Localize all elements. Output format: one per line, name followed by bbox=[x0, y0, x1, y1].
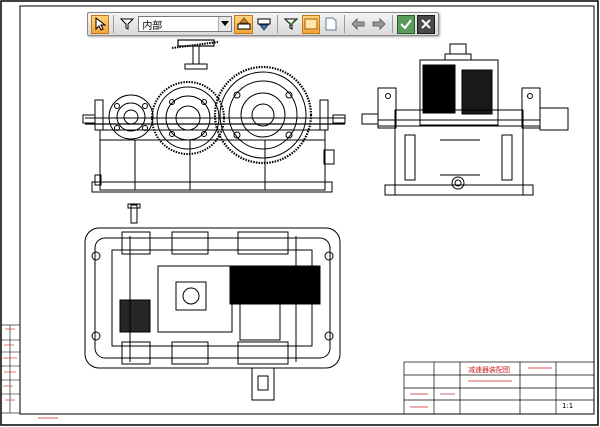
rectangle-select-button[interactable] bbox=[301, 14, 321, 34]
close-icon bbox=[421, 19, 431, 29]
filter-icon bbox=[120, 18, 135, 30]
toolbar-separator bbox=[113, 15, 115, 33]
title-drawing-label: 减速器装配图 bbox=[468, 365, 510, 374]
close-button[interactable] bbox=[416, 14, 435, 34]
layer-down-icon bbox=[257, 18, 271, 31]
title-scale-label: 1:1 bbox=[562, 402, 573, 410]
selection-toolbar: 内部 bbox=[87, 12, 439, 36]
arrow-right-icon bbox=[372, 18, 386, 30]
dropdown-arrow-icon bbox=[221, 21, 230, 26]
layer-up-icon bbox=[237, 17, 251, 30]
toolbar-separator bbox=[391, 15, 393, 33]
confirm-icon bbox=[399, 19, 412, 30]
layer-up-button[interactable] bbox=[234, 14, 253, 34]
front-view bbox=[82, 39, 346, 193]
combo-dropdown-button[interactable] bbox=[218, 17, 232, 31]
left-margin-table bbox=[0, 324, 21, 414]
plan-view bbox=[84, 203, 341, 401]
drawing-canvas[interactable]: 减速器装配图 1:1 bbox=[0, 0, 600, 427]
layer-down-button[interactable] bbox=[255, 15, 273, 34]
sheet-border bbox=[0, 0, 599, 426]
title-block: 减速器装配图 1:1 bbox=[403, 361, 595, 415]
select-tool-button[interactable] bbox=[91, 14, 110, 34]
filter-combo-value: 内部 bbox=[142, 20, 163, 32]
rectangle-select-icon bbox=[304, 18, 318, 30]
next-button[interactable] bbox=[369, 15, 387, 34]
previous-button[interactable] bbox=[349, 15, 367, 34]
frame-border bbox=[19, 5, 595, 415]
arrow-left-icon bbox=[351, 18, 365, 30]
toolbar-separator bbox=[344, 15, 346, 33]
page-icon bbox=[325, 17, 337, 31]
filter-combo[interactable]: 内部 bbox=[138, 16, 233, 32]
select-arrow-icon bbox=[95, 17, 107, 31]
check-filter-button[interactable] bbox=[282, 15, 300, 34]
toolbar-separator bbox=[276, 15, 278, 33]
check-filter-icon bbox=[283, 18, 298, 30]
side-view bbox=[361, 43, 569, 196]
filter-button[interactable] bbox=[118, 15, 136, 34]
page-button[interactable] bbox=[322, 15, 340, 34]
confirm-button[interactable] bbox=[396, 14, 415, 34]
